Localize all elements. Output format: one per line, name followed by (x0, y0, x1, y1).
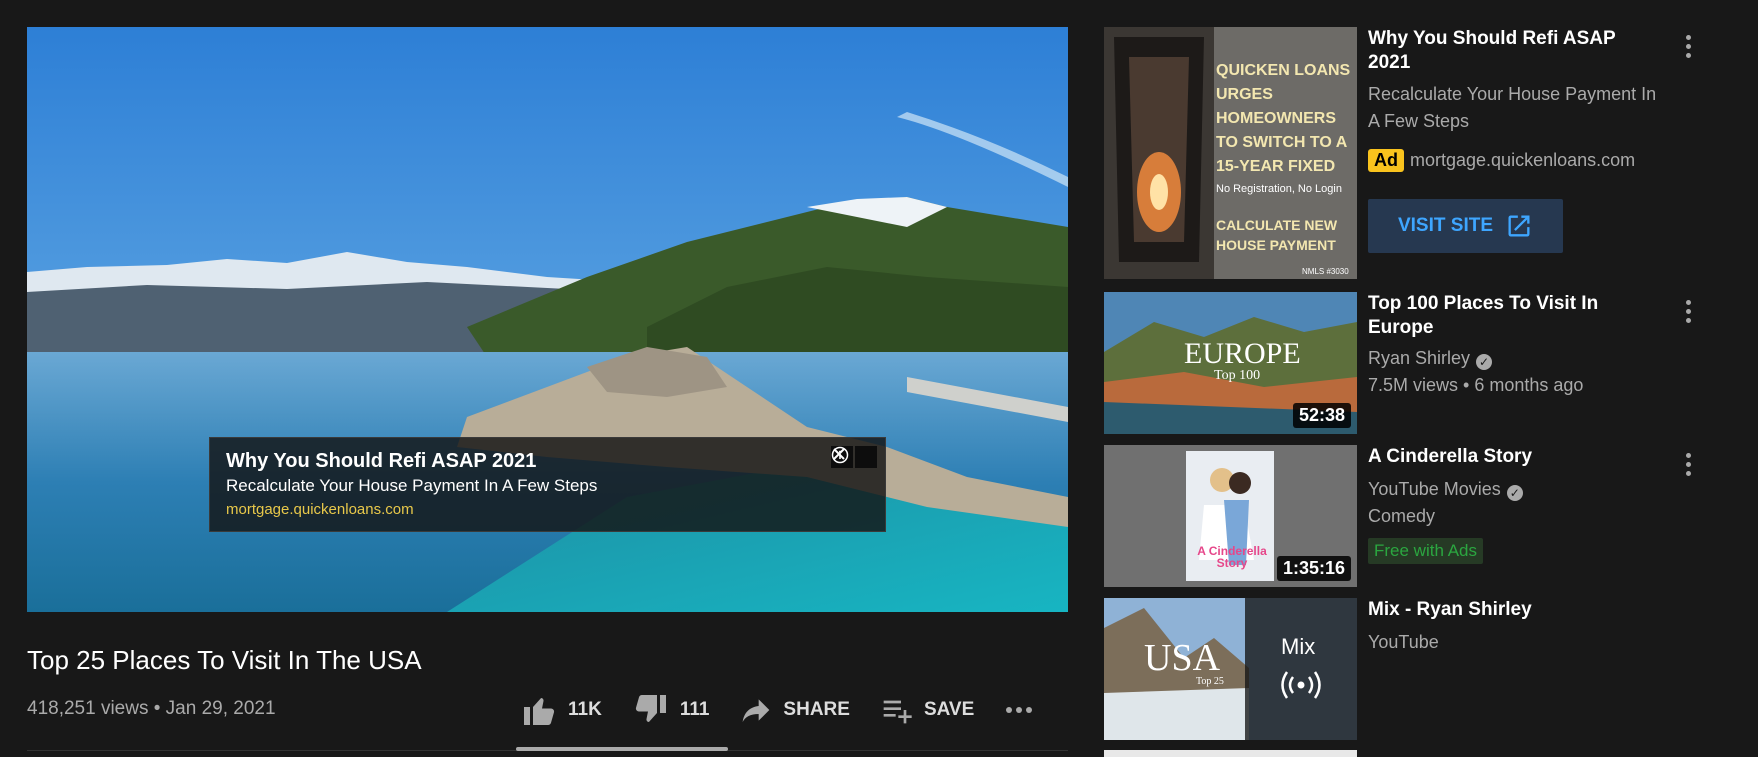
overlay-ad-title[interactable]: Why You Should Refi ASAP 2021 (226, 450, 536, 473)
overlay-ad[interactable]: Why You Should Refi ASAP 2021 Recalculat… (209, 437, 886, 532)
close-icon[interactable] (833, 446, 877, 468)
share-button[interactable]: SHARE (739, 694, 850, 726)
mix-title[interactable]: Mix - Ryan Shirley (1368, 598, 1658, 622)
recommended-video-cinderella[interactable]: A Cinderella Story 1:35:16 A Cinderella … (1104, 445, 1704, 587)
visit-site-label: VISIT SITE (1397, 215, 1494, 236)
overlay-ad-url[interactable]: mortgage.quickenloans.com (226, 501, 414, 518)
sidebar-ad-title[interactable]: Why You Should Refi ASAP 2021 (1368, 27, 1658, 75)
channel-name-row[interactable]: YouTube Movies ✓ (1368, 479, 1523, 501)
ad-thumbnail-headline: QUICKEN LOANS URGES HOMEOWNERS TO SWITCH… (1216, 62, 1351, 175)
overlay-ad-description[interactable]: Recalculate Your House Payment In A Few … (226, 476, 597, 496)
duration-badge: 52:38 (1292, 403, 1351, 428)
recommended-mix[interactable]: USA Top 25 Mix Mix - Ryan Shirley YouTub… (1104, 598, 1704, 740)
channel-name[interactable]: Ryan Shirley (1368, 348, 1470, 368)
mix-broadcast-icon (1281, 671, 1321, 699)
external-link-icon (1508, 215, 1530, 237)
channel-name[interactable]: YouTube Movies (1368, 479, 1501, 499)
usa-landscape-image (1104, 598, 1357, 740)
recommended-video-next-thumbnail[interactable] (1104, 750, 1357, 757)
video-thumbnail[interactable]: EUROPE Top 100 52:38 (1104, 292, 1357, 434)
channel-name-row[interactable]: Ryan Shirley ✓ (1368, 348, 1493, 370)
mix-label: Mix (1281, 634, 1316, 659)
thumbnail-overlay-text: A Cinderella Story (1197, 544, 1267, 570)
sidebar-ad-domain: mortgage.quickenloans.com (1410, 150, 1636, 170)
thumbs-down-icon (635, 695, 666, 722)
sidebar-ad-domain-row: Ad mortgage.quickenloans.com (1368, 149, 1635, 172)
share-label: SHARE (783, 699, 850, 720)
video-menu-kebab-icon[interactable] (1684, 300, 1692, 328)
free-with-ads-badge: Free with Ads (1368, 538, 1483, 564)
duration-badge: 1:35:16 (1276, 556, 1351, 581)
ad-menu-kebab-icon[interactable] (1684, 35, 1692, 63)
like-count: 11K (568, 699, 602, 720)
thumbnail-overlay-subtext: Top 100 (1214, 368, 1261, 383)
save-button[interactable]: SAVE (880, 694, 974, 726)
mix-thumbnail[interactable]: USA Top 25 Mix (1104, 598, 1357, 740)
mix-channel: YouTube (1368, 632, 1439, 652)
verified-check-icon: ✓ (1476, 354, 1493, 370)
ad-thumbnail-nmls: NMLS #3030 (1302, 267, 1349, 276)
video-genre: Comedy (1368, 506, 1436, 526)
share-arrow-icon (743, 699, 770, 722)
recommended-video-title[interactable]: A Cinderella Story (1368, 445, 1658, 469)
video-menu-kebab-icon[interactable] (1684, 453, 1692, 481)
sidebar-ad-card[interactable]: QUICKEN LOANS URGES HOMEOWNERS TO SWITCH… (1104, 27, 1704, 279)
overlay-ad-controls (831, 446, 877, 468)
video-thumbnail[interactable]: A Cinderella Story 1:35:16 (1104, 445, 1357, 587)
thumbnail-overlay-text: EUROPE (1184, 337, 1301, 370)
playlist-add-icon (883, 700, 912, 724)
recommended-video-europe[interactable]: EUROPE Top 100 52:38 Top 100 Places To V… (1104, 292, 1704, 434)
save-label: SAVE (923, 699, 975, 720)
thumbnail-overlay-subtext: Top 25 (1196, 676, 1224, 687)
ad-badge: Ad (1368, 149, 1404, 172)
more-horizontal-icon (1006, 707, 1033, 713)
like-button[interactable]: 11K (520, 692, 602, 728)
ad-thumbnail[interactable]: QUICKEN LOANS URGES HOMEOWNERS TO SWITCH… (1104, 27, 1357, 279)
video-title: Top 25 Places To Visit In The USA (27, 645, 422, 675)
verified-check-icon: ✓ (1506, 485, 1523, 501)
ad-thumbnail-cta: CALCULATE NEW HOUSE PAYMENT (1216, 217, 1338, 253)
thumbnail-overlay-text: USA (1144, 637, 1221, 679)
dislike-button[interactable]: 111 (632, 692, 710, 728)
ad-thumbnail-subtext: No Registration, No Login (1216, 183, 1342, 195)
video-meta: 418,251 views • Jan 29, 2021 (27, 698, 276, 719)
recommended-video-title[interactable]: Top 100 Places To Visit In Europe (1368, 292, 1658, 340)
video-stats: 7.5M views • 6 months ago (1368, 375, 1584, 395)
visit-site-button[interactable]: VISIT SITE (1368, 199, 1563, 253)
sidebar-ad-description: Recalculate Your House Payment In A Few … (1368, 84, 1657, 131)
like-ratio-bar (516, 747, 728, 751)
thumbs-up-icon (524, 698, 555, 725)
video-actions: 11K 111 SHARE SAVE (520, 690, 1074, 730)
more-actions-button[interactable] (1004, 705, 1044, 715)
video-player[interactable]: Why You Should Refi ASAP 2021 Recalculat… (27, 27, 1068, 612)
dislike-count: 111 (679, 699, 710, 720)
